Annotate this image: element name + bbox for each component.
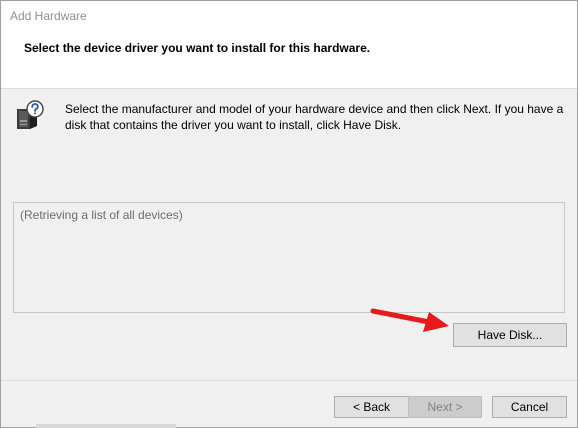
add-hardware-dialog: Add Hardware Select the device driver yo… <box>0 0 578 428</box>
have-disk-button[interactable]: Have Disk... <box>453 323 567 347</box>
window-title: Add Hardware <box>10 9 87 23</box>
back-button[interactable]: < Back <box>334 396 409 418</box>
instruction-text: Select the manufacturer and model of you… <box>65 102 564 132</box>
device-list[interactable]: (Retrieving a list of all devices) <box>13 202 565 313</box>
page-heading: Select the device driver you want to ins… <box>24 41 371 55</box>
hardware-question-icon <box>15 100 45 132</box>
background-window-strip <box>36 424 176 428</box>
device-list-status: (Retrieving a list of all devices) <box>20 208 183 222</box>
footer-separator <box>1 380 577 381</box>
next-button[interactable]: Next > <box>408 396 482 418</box>
red-arrow-icon <box>370 308 449 332</box>
cancel-button[interactable]: Cancel <box>492 396 567 418</box>
dialog-header: Add Hardware Select the device driver yo… <box>1 1 577 89</box>
